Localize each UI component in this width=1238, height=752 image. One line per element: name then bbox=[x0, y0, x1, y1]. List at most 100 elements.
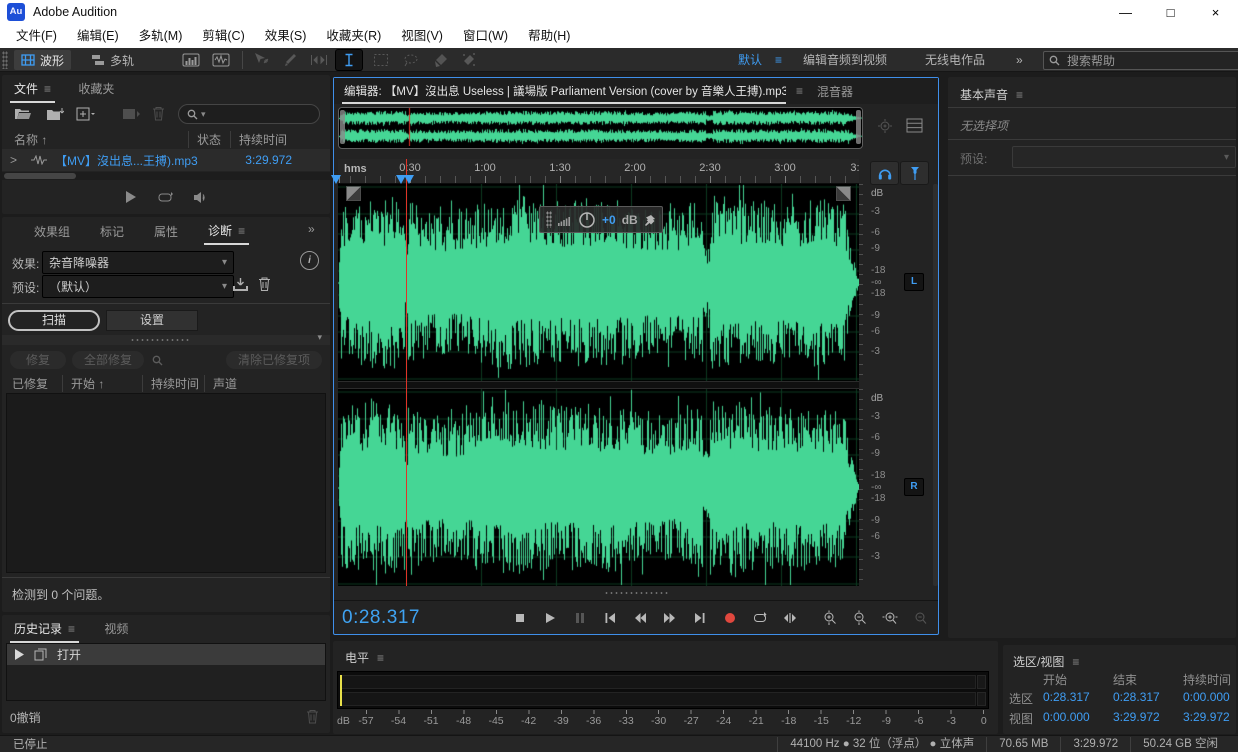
editor-hscroll-strip[interactable] bbox=[334, 586, 938, 600]
panel-menu-icon[interactable]: ≡ bbox=[1016, 88, 1023, 102]
trash-icon[interactable] bbox=[306, 709, 319, 724]
file-row[interactable]: > 【MV】沒出息...王搏).mp3 3:29.972 bbox=[2, 149, 330, 171]
menu-item[interactable]: 剪辑(C) bbox=[192, 25, 254, 48]
left-channel-badge[interactable]: L bbox=[904, 273, 924, 291]
close-button[interactable]: × bbox=[1193, 0, 1238, 25]
skip-to-end-button[interactable] bbox=[692, 610, 708, 626]
record-button[interactable] bbox=[722, 610, 738, 626]
menu-item[interactable]: 编辑(E) bbox=[67, 25, 129, 48]
maximize-button[interactable]: □ bbox=[1148, 0, 1193, 25]
level-meter[interactable] bbox=[337, 671, 989, 709]
files-search-field[interactable]: ▾ bbox=[178, 104, 320, 124]
skip-to-start-button[interactable] bbox=[602, 610, 618, 626]
toolbar-grip[interactable] bbox=[2, 51, 8, 69]
fade-in-handle[interactable] bbox=[346, 186, 361, 201]
zoom-full-icon[interactable] bbox=[877, 118, 894, 135]
lasso-selection-tool[interactable] bbox=[398, 50, 424, 70]
zoom-selection-button[interactable] bbox=[882, 610, 898, 626]
view-start-marker[interactable] bbox=[331, 175, 341, 184]
menu-item[interactable]: 收藏夹(R) bbox=[316, 25, 391, 48]
channel-divider[interactable] bbox=[338, 381, 859, 389]
panel-menu-icon[interactable]: ≡ bbox=[44, 82, 51, 96]
col-status[interactable]: 状态 bbox=[188, 131, 221, 148]
tab-favorites[interactable]: 收藏夹 bbox=[74, 75, 118, 101]
repair-button[interactable]: 修复 bbox=[10, 351, 66, 369]
essential-preset-dropdown[interactable]: ▾ bbox=[1012, 146, 1236, 168]
zoom-out-button[interactable] bbox=[852, 610, 868, 626]
waveform-right-channel[interactable] bbox=[338, 389, 859, 586]
workspace-overflow-icon[interactable]: » bbox=[1016, 48, 1023, 72]
col-duration[interactable]: 持续时间 bbox=[230, 131, 287, 148]
right-channel-badge[interactable]: R bbox=[904, 478, 924, 496]
settings-button[interactable]: 设置 bbox=[106, 310, 198, 331]
stop-button[interactable] bbox=[512, 610, 528, 626]
col-fixed[interactable]: 已修复 bbox=[12, 375, 48, 392]
hud-pin-icon[interactable] bbox=[644, 214, 656, 226]
tab-editor[interactable]: 编辑器: 【MV】沒出息 Useless | 議場版 Parliament Ve… bbox=[342, 79, 786, 104]
issues-list[interactable] bbox=[6, 393, 326, 573]
col-channel[interactable]: 声道 bbox=[204, 375, 237, 392]
tab-markers[interactable]: 标记 bbox=[96, 217, 128, 245]
marker-pin-button[interactable] bbox=[900, 161, 929, 185]
marquee-selection-tool[interactable] bbox=[368, 50, 394, 70]
move-tool[interactable] bbox=[248, 50, 274, 70]
minimize-button[interactable]: — bbox=[1103, 0, 1148, 25]
preview-play-icon[interactable] bbox=[125, 190, 137, 204]
save-preset-icon[interactable] bbox=[232, 277, 249, 292]
gain-knob[interactable] bbox=[578, 211, 596, 229]
fast-forward-button[interactable] bbox=[662, 610, 678, 626]
scrollbar-thumb[interactable] bbox=[4, 173, 76, 179]
waveform-view-button[interactable]: 波形 bbox=[14, 50, 72, 70]
panel-menu-icon[interactable]: ≡ bbox=[238, 224, 245, 238]
waveform-display-toggle[interactable] bbox=[208, 50, 234, 70]
scan-button[interactable]: 扫描 bbox=[8, 310, 100, 331]
delete-preset-icon[interactable] bbox=[258, 276, 271, 292]
help-search[interactable] bbox=[1043, 51, 1238, 70]
info-icon[interactable]: i bbox=[300, 251, 319, 270]
fade-out-handle[interactable] bbox=[836, 186, 851, 201]
overview-navigator[interactable] bbox=[338, 107, 863, 149]
slip-tool[interactable] bbox=[306, 50, 332, 70]
col-start[interactable]: 开始 ↑ bbox=[62, 375, 104, 392]
loop-playback-button[interactable] bbox=[752, 610, 768, 626]
tab-overflow-icon[interactable]: » bbox=[308, 222, 315, 236]
history-item[interactable]: 打开 bbox=[7, 644, 325, 665]
menu-item[interactable]: 视图(V) bbox=[391, 25, 453, 48]
panel-menu-icon[interactable]: ≡ bbox=[796, 84, 803, 98]
overview-right-handle[interactable] bbox=[856, 110, 861, 144]
panel-menu-icon[interactable]: ≡ bbox=[377, 651, 384, 665]
col-name[interactable]: 名称 ↑ bbox=[14, 131, 47, 148]
auto-play-speaker-icon[interactable] bbox=[193, 190, 208, 204]
menu-item[interactable]: 效果(S) bbox=[255, 25, 317, 48]
scroll-grip[interactable] bbox=[604, 590, 668, 596]
trash-icon[interactable] bbox=[152, 106, 165, 121]
effect-dropdown[interactable]: 杂音降噪器 ▾ bbox=[42, 251, 234, 274]
skip-selection-button[interactable] bbox=[782, 610, 798, 626]
selection-end-marker[interactable] bbox=[404, 175, 414, 184]
menu-item[interactable]: 多轨(M) bbox=[129, 25, 193, 48]
repair-all-button[interactable]: 全部修复 bbox=[72, 351, 144, 369]
col-issue-duration[interactable]: 持续时间 bbox=[142, 375, 199, 392]
menu-item[interactable]: 窗口(W) bbox=[453, 25, 518, 48]
time-display[interactable]: 0:28.317 bbox=[342, 607, 420, 629]
clear-repaired-button[interactable]: 清除已修复项 bbox=[226, 351, 322, 369]
playhead[interactable] bbox=[406, 159, 407, 586]
panel-menu-icon[interactable]: ≡ bbox=[1072, 655, 1079, 669]
insert-multitrack-icon[interactable] bbox=[122, 107, 140, 121]
preset-dropdown[interactable]: （默认） ▾ bbox=[42, 275, 234, 298]
menu-item[interactable]: 文件(F) bbox=[6, 25, 67, 48]
timeline-ruler[interactable]: hms 0:30 1:00 1:30 2:00 2:30 3:00 3: bbox=[338, 159, 859, 184]
tab-mixer[interactable]: 混音器 bbox=[813, 78, 857, 104]
workspace-radio[interactable]: 无线电作品 bbox=[925, 48, 985, 72]
panel-splitter[interactable]: ▾ bbox=[2, 332, 330, 345]
play-button[interactable] bbox=[542, 610, 558, 626]
tab-diagnostics[interactable]: 诊断 ≡ bbox=[204, 217, 250, 245]
chevron-down-icon[interactable]: ▾ bbox=[317, 332, 322, 343]
new-file-icon[interactable] bbox=[76, 107, 96, 121]
tab-files[interactable]: 文件 ≡ bbox=[10, 75, 56, 103]
workspace-edit-audio-video[interactable]: 编辑音频到视频 bbox=[803, 48, 887, 72]
loop-icon[interactable] bbox=[157, 191, 173, 204]
tab-effects-rack[interactable]: 效果组 bbox=[30, 217, 74, 245]
time-selection-tool[interactable] bbox=[336, 50, 362, 70]
import-file-icon[interactable] bbox=[46, 107, 64, 121]
